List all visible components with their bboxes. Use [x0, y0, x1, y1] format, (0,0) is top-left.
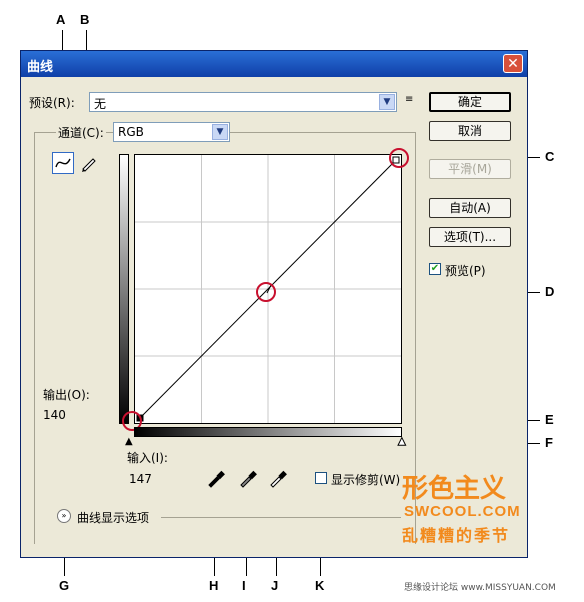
- expand-options-button[interactable]: »: [57, 509, 71, 523]
- input-gradient-bar: [134, 427, 402, 437]
- cancel-button[interactable]: 取消: [429, 121, 511, 141]
- white-point-eyedropper-icon: [270, 470, 287, 488]
- black-point-eyedropper-icon: [208, 470, 225, 488]
- output-gradient-bar: [119, 154, 129, 424]
- preview-label: 预览(P): [445, 264, 486, 278]
- preset-value: 无: [94, 97, 107, 111]
- dialog-title: 曲线: [27, 60, 54, 75]
- callout-d: D: [545, 284, 555, 299]
- gray-point-eyedropper[interactable]: [237, 467, 259, 489]
- channel-value: RGB: [118, 125, 144, 139]
- channel-select[interactable]: RGB ▼: [113, 122, 230, 142]
- black-point-eyedropper[interactable]: [205, 467, 227, 489]
- callout-f: F: [545, 435, 553, 450]
- smooth-button[interactable]: 平滑(M): [429, 159, 511, 179]
- preset-select[interactable]: 无 ▼: [89, 92, 397, 112]
- highlight-white-point: [389, 148, 409, 168]
- callout-k: K: [315, 578, 325, 593]
- close-button[interactable]: ✕: [503, 54, 523, 73]
- callout-a: A: [56, 12, 66, 27]
- options-divider: [161, 517, 401, 518]
- output-value: 140: [43, 408, 66, 422]
- chevron-double-down-icon: »: [61, 511, 67, 520]
- curve-display-options-label: 曲线显示选项: [77, 511, 150, 525]
- preview-checkbox[interactable]: ✔: [429, 263, 441, 275]
- watermark-tagline: 乱糟糟的季节: [402, 526, 511, 545]
- white-point-eyedropper[interactable]: [267, 467, 289, 489]
- gray-point-eyedropper-icon: [240, 470, 257, 488]
- watermark-site: SWCOOL.COM: [404, 503, 521, 520]
- callout-i: I: [242, 578, 246, 593]
- ok-button[interactable]: 确定: [429, 92, 511, 112]
- black-input-slider-icon[interactable]: ▲: [125, 436, 133, 447]
- options-button[interactable]: 选项(T)...: [429, 227, 511, 247]
- callout-e: E: [545, 412, 554, 427]
- curve-point-tool[interactable]: [52, 152, 74, 174]
- preset-options-icon[interactable]: ≡: [405, 94, 413, 105]
- white-input-slider-icon[interactable]: ▲: [398, 436, 407, 448]
- callout-g: G: [59, 578, 70, 593]
- callout-h: H: [209, 578, 219, 593]
- callout-b: B: [80, 12, 90, 27]
- pencil-tool-icon: [82, 158, 96, 172]
- chevron-down-icon: ▼: [379, 94, 395, 110]
- watermark-logo: 形色主义: [402, 474, 507, 504]
- callout-c: C: [545, 149, 555, 164]
- output-label: 输出(O):: [43, 388, 90, 402]
- channel-label: 通道(C):: [56, 124, 106, 141]
- show-clipping-checkbox[interactable]: [315, 472, 327, 484]
- auto-button[interactable]: 自动(A): [429, 198, 511, 218]
- footer-credit: 思缘设计论坛 www.MISSYUAN.COM: [404, 583, 556, 593]
- input-value: 147: [129, 472, 152, 486]
- highlight-curve-midpoint: [256, 282, 276, 302]
- pencil-tool[interactable]: [78, 152, 100, 174]
- title-bar[interactable]: 曲线 ✕: [21, 51, 527, 77]
- preset-label: 预设(R):: [29, 96, 75, 110]
- callout-j: J: [271, 578, 279, 593]
- show-clipping-label: 显示修剪(W): [331, 473, 401, 487]
- chevron-down-icon: ▼: [212, 124, 228, 140]
- input-label: 输入(I):: [127, 451, 168, 465]
- curve-point-tool-icon: [55, 158, 71, 168]
